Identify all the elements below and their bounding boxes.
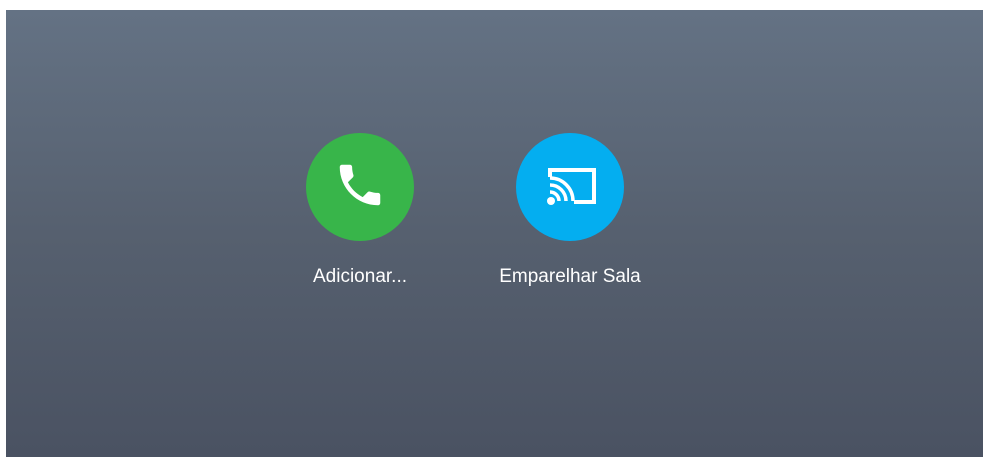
cast-icon — [538, 161, 602, 214]
add-call-circle[interactable] — [306, 133, 414, 241]
main-panel: Adicionar... Emparelhar Sala — [6, 10, 983, 457]
pair-room-button[interactable]: Emparelhar Sala — [478, 133, 662, 288]
add-call-label: Adicionar... — [313, 266, 407, 287]
pair-room-circle[interactable] — [516, 133, 624, 241]
add-call-button[interactable]: Adicionar... — [268, 133, 452, 288]
phone-icon — [333, 158, 387, 217]
pair-room-label: Emparelhar Sala — [499, 266, 641, 287]
